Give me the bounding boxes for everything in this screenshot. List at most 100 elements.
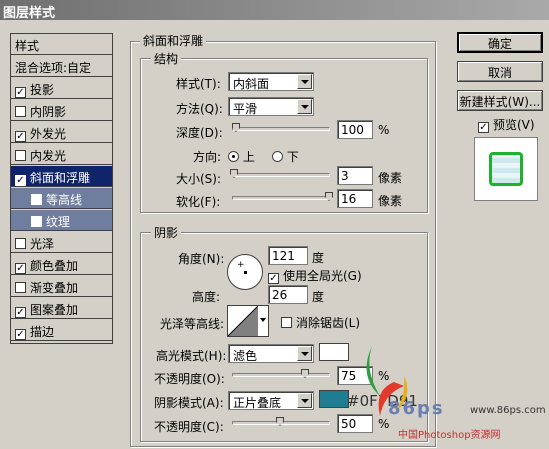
sidebar-item-checkbox[interactable] [15,238,26,249]
sidebar-item-label: 混合选项:自定 [15,61,92,75]
global-light-checkbox[interactable]: ✓ [268,273,279,284]
sidebar-item-10[interactable]: ✓ 颜色叠加 [11,254,112,275]
shadow-opacity-label: 不透明度(C): [154,420,224,434]
size-label: 大小(S): [176,172,222,186]
ok-button[interactable]: 确定 [457,32,543,53]
sidebar-item-label: 内发光 [30,149,67,163]
preview-thumbnail [489,152,523,186]
direction-label: 方向: [193,150,222,164]
gloss-contour-label: 光泽等高线: [160,317,225,331]
style-select-value: 内斜面 [233,77,270,91]
sidebar-item-label: 渐变叠加 [30,281,79,295]
bevel-emboss-title: 斜面和浮雕 [140,32,207,49]
sidebar-item-checkbox[interactable] [31,194,42,205]
preview-checkbox[interactable]: ✓ [478,122,489,133]
angle-dial[interactable]: + [227,254,263,290]
chevron-down-icon[interactable] [297,99,312,114]
style-preview [474,137,538,201]
contour-dropdown-icon[interactable] [260,318,266,322]
sidebar-item-12[interactable]: ✓ 图案叠加 [11,298,112,319]
technique-select-value: 平滑 [233,102,258,116]
anti-aliased-option[interactable]: 消除锯齿(L) [281,314,360,331]
direction-up-option[interactable]: 上 [228,148,255,165]
preview-label: 预览(V) [493,118,535,132]
sidebar-item-3[interactable]: 内阴影 [11,100,112,121]
shadow-mode-select[interactable]: 正片叠底 [228,391,314,410]
anti-aliased-checkbox[interactable] [281,317,292,328]
sidebar-item-13[interactable]: ✓ 描边 [11,320,112,341]
sidebar-item-checkbox[interactable] [15,106,26,117]
depth-slider[interactable] [232,127,330,131]
highlight-color-swatch[interactable] [319,343,349,361]
gloss-contour-picker[interactable] [227,305,269,337]
depth-label: 深度(D): [176,126,223,140]
angle-unit: 度 [312,251,325,265]
chevron-down-icon[interactable] [297,393,312,408]
soften-slider[interactable] [232,196,330,200]
sidebar-item-1[interactable]: 混合选项:自定 [11,56,112,77]
sidebar-item-checkbox[interactable] [15,282,26,293]
chevron-down-icon[interactable] [297,74,312,89]
sidebar-item-9[interactable]: 光泽 [11,232,112,253]
sidebar-item-label: 投影 [30,83,55,97]
sidebar-item-checkbox[interactable]: ✓ [15,307,26,318]
depth-input[interactable]: 100 [337,120,373,139]
cancel-button[interactable]: 取消 [457,61,543,82]
technique-select[interactable]: 平滑 [228,97,314,116]
sidebar-item-checkbox[interactable]: ✓ [15,175,26,186]
chevron-down-icon[interactable] [297,346,312,361]
sidebar-item-7[interactable]: 等高线 [11,188,112,209]
altitude-unit: 度 [312,290,325,304]
angle-dial-crosshair-icon: + [237,260,245,270]
highlight-opacity-slider[interactable] [232,373,330,377]
sidebar-item-11[interactable]: 渐变叠加 [11,276,112,297]
size-unit: 像素 [378,171,403,185]
global-light-label: 使用全局光(G) [283,269,362,283]
sidebar-item-checkbox[interactable]: ✓ [15,329,26,340]
direction-down-option[interactable]: 下 [272,148,299,165]
preview-option[interactable]: ✓ 预览(V) [478,116,535,133]
contour-curve-icon [228,306,258,336]
depth-unit: % [378,123,390,137]
anti-aliased-label: 消除锯齿(L) [296,316,361,330]
sidebar-item-4[interactable]: ✓ 外发光 [11,122,112,143]
direction-up-radio[interactable] [228,151,239,162]
sidebar-item-checkbox[interactable] [31,216,42,227]
sidebar-item-label: 纹理 [46,215,71,229]
sidebar-item-label: 图案叠加 [30,303,79,317]
angle-dial-center-icon [244,271,247,274]
sidebar-item-0[interactable]: 样式 [11,34,112,55]
sidebar-item-label: 颜色叠加 [30,259,79,273]
angle-label: 角度(N): [178,252,225,266]
global-light-option[interactable]: ✓ 使用全局光(G) [268,267,362,284]
soften-label: 软化(F): [176,195,221,209]
shadow-mode-label: 阴影模式(A): [154,396,224,410]
sidebar-item-checkbox[interactable]: ✓ [15,263,26,274]
sidebar-item-2[interactable]: ✓ 投影 [11,78,112,99]
soften-unit: 像素 [378,194,403,208]
style-select[interactable]: 内斜面 [228,72,314,91]
technique-label: 方法(Q): [176,102,223,116]
soften-input[interactable]: 16 [337,189,373,208]
watermark-url: www.86ps.com [470,405,546,416]
size-slider[interactable] [232,173,330,177]
direction-down-radio[interactable] [272,151,283,162]
angle-input[interactable]: 121 [268,246,308,265]
sidebar-item-8[interactable]: 纹理 [11,210,112,231]
shadow-color-swatch[interactable] [319,390,349,408]
style-label: 样式(T): [176,77,221,91]
altitude-input[interactable]: 26 [268,285,308,304]
shadow-mode-value: 正片叠底 [233,396,282,410]
watermark-site-name: 中国Photoshop资源网 [398,430,501,441]
highlight-mode-select[interactable]: 滤色 [228,344,314,363]
dialog-title: 图层样式 [0,0,549,21]
sidebar-item-label: 等高线 [46,193,83,207]
sidebar-item-5[interactable]: 内发光 [11,144,112,165]
sidebar-item-checkbox[interactable]: ✓ [15,131,26,142]
size-input[interactable]: 3 [337,166,373,185]
styles-list: 样式混合选项:自定 ✓ 投影内阴影 ✓ 外发光内发光 ✓ 斜面和浮雕等高线纹理光泽 ✓ 颜色叠加… [10,33,113,344]
sidebar-item-6[interactable]: ✓ 斜面和浮雕 [11,166,112,187]
new-style-button[interactable]: 新建样式(W)... [457,90,543,111]
sidebar-item-checkbox[interactable] [15,150,26,161]
sidebar-item-checkbox[interactable]: ✓ [15,87,26,98]
